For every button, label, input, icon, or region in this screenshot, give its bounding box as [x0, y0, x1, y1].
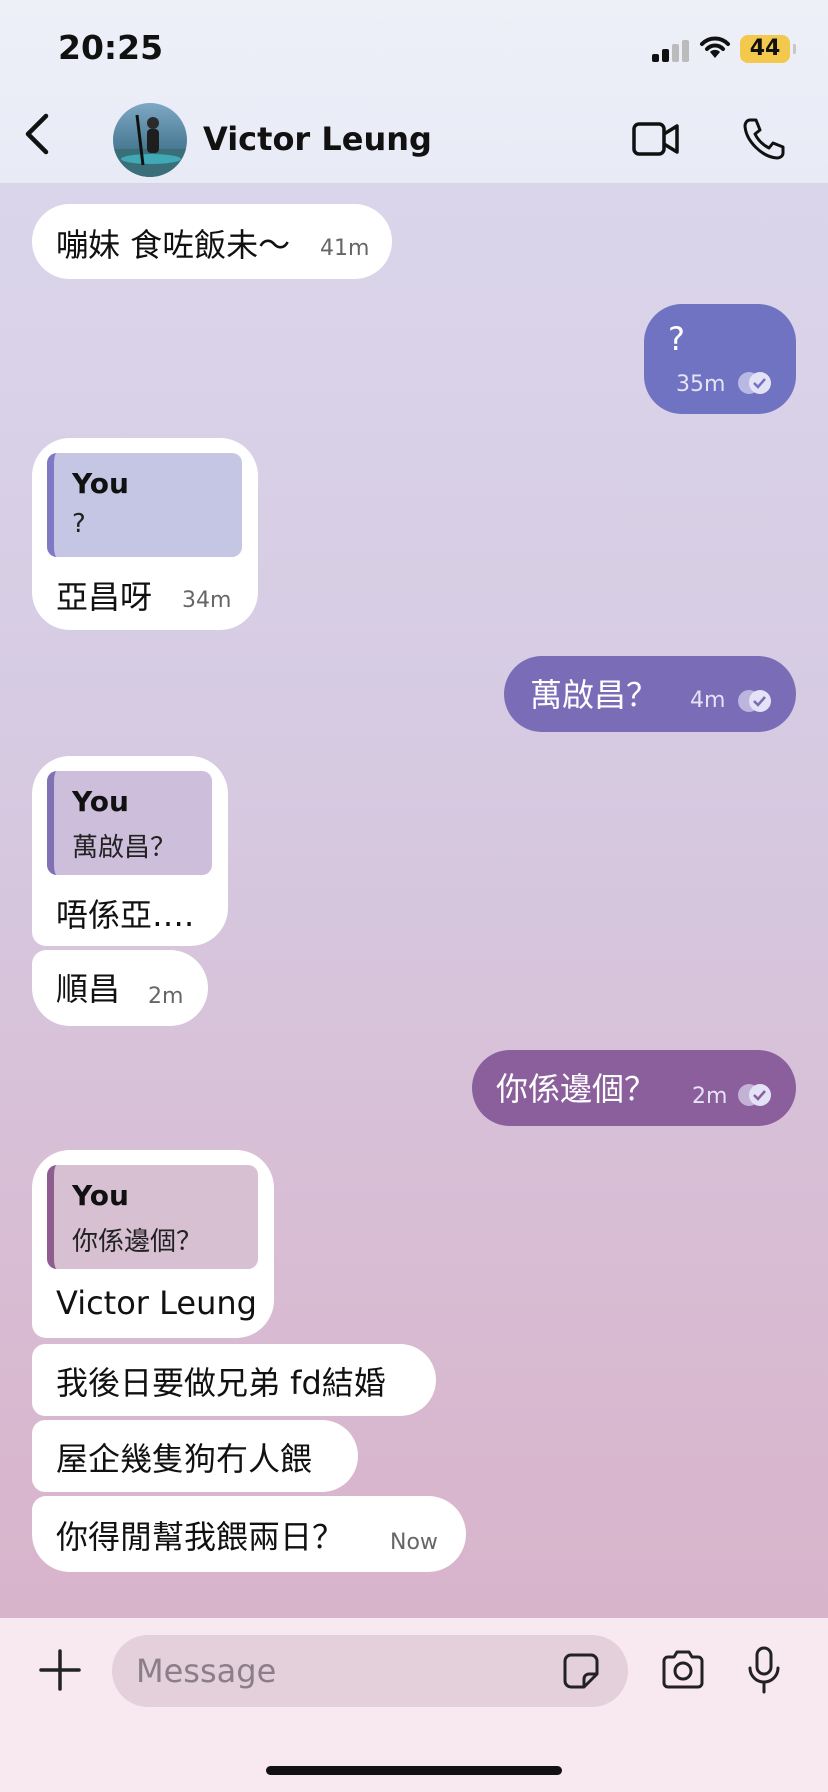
message-bubble-incoming[interactable]: 嘣妹 食咗飯未～ 41m	[32, 204, 392, 279]
message-text: 我後日要做兄弟 fd結婚	[56, 1364, 386, 1402]
quoted-reply[interactable]: You 你係邊個？	[47, 1165, 258, 1269]
message-text: 屋企幾隻狗冇人餵	[56, 1440, 313, 1478]
status-time: 20:25	[58, 28, 164, 67]
message-text: 順昌	[56, 970, 121, 1008]
message-bubble-incoming[interactable]: You ? 亞昌呀 34m	[32, 438, 258, 630]
home-indicator[interactable]	[266, 1766, 562, 1775]
message-text: 你係邊個？	[496, 1070, 657, 1108]
message-timestamp: 2m	[692, 1084, 728, 1109]
microphone-icon[interactable]	[746, 1646, 782, 1694]
message-text: 唔係亞….	[56, 896, 195, 934]
cellular-signal-icon	[652, 40, 689, 62]
quote-text: 你係邊個？	[72, 1227, 203, 1257]
message-bubble-incoming[interactable]: 屋企幾隻狗冇人餵	[32, 1420, 358, 1492]
sticker-icon[interactable]	[562, 1652, 600, 1690]
quote-text: 萬啟昌？	[72, 833, 177, 863]
message-input[interactable]	[112, 1635, 628, 1707]
read-receipt-icon	[738, 1084, 771, 1106]
message-bubble-incoming[interactable]: 我後日要做兄弟 fd結婚	[32, 1344, 436, 1416]
message-timestamp: 41m	[320, 236, 370, 261]
back-chevron-icon[interactable]	[20, 112, 56, 156]
plus-icon[interactable]	[38, 1648, 82, 1692]
message-text: 你得閒幫我餵兩日？	[56, 1518, 345, 1556]
phone-icon[interactable]	[742, 117, 786, 161]
quoted-reply[interactable]: You 萬啟昌？	[47, 771, 212, 875]
quote-author: You	[72, 1179, 129, 1212]
avatar[interactable]	[113, 103, 187, 177]
quote-text: ?	[72, 509, 86, 539]
message-bubble-incoming[interactable]: You 萬啟昌？ 唔係亞….	[32, 756, 228, 946]
message-text: 嘣妹 食咗飯未～	[56, 226, 291, 264]
message-timestamp: 34m	[182, 588, 232, 613]
quote-author: You	[72, 785, 129, 818]
message-text: Victor Leung	[56, 1284, 257, 1322]
message-bubble-outgoing[interactable]: 萬啟昌？ 4m	[504, 656, 796, 732]
message-text: 亞昌呀	[56, 578, 153, 616]
battery-indicator: 44	[740, 35, 796, 63]
message-text: ?	[668, 320, 685, 358]
chat-header: 20:25 44 Victor Leung	[0, 0, 828, 184]
message-bubble-incoming[interactable]: You 你係邊個？ Victor Leung	[32, 1150, 274, 1338]
message-timestamp: 2m	[148, 984, 184, 1009]
wifi-icon	[700, 36, 730, 58]
camera-icon[interactable]	[660, 1650, 706, 1690]
message-timestamp: 35m	[676, 372, 726, 397]
message-bubble-incoming[interactable]: 順昌 2m	[32, 950, 208, 1026]
message-timestamp: Now	[390, 1530, 438, 1555]
contact-name[interactable]: Victor Leung	[203, 120, 432, 158]
message-bubble-outgoing[interactable]: ? 35m	[644, 304, 796, 414]
message-text: 萬啟昌？	[530, 676, 659, 714]
read-receipt-icon	[738, 372, 771, 394]
avatar-photo	[113, 114, 187, 177]
read-receipt-icon	[738, 690, 771, 712]
video-call-icon[interactable]	[632, 120, 680, 158]
quoted-reply[interactable]: You ?	[47, 453, 242, 557]
message-timestamp: 4m	[690, 688, 726, 713]
quote-author: You	[72, 467, 129, 500]
message-bubble-incoming[interactable]: 你得閒幫我餵兩日？ Now	[32, 1496, 466, 1572]
message-bubble-outgoing[interactable]: 你係邊個？ 2m	[472, 1050, 796, 1126]
